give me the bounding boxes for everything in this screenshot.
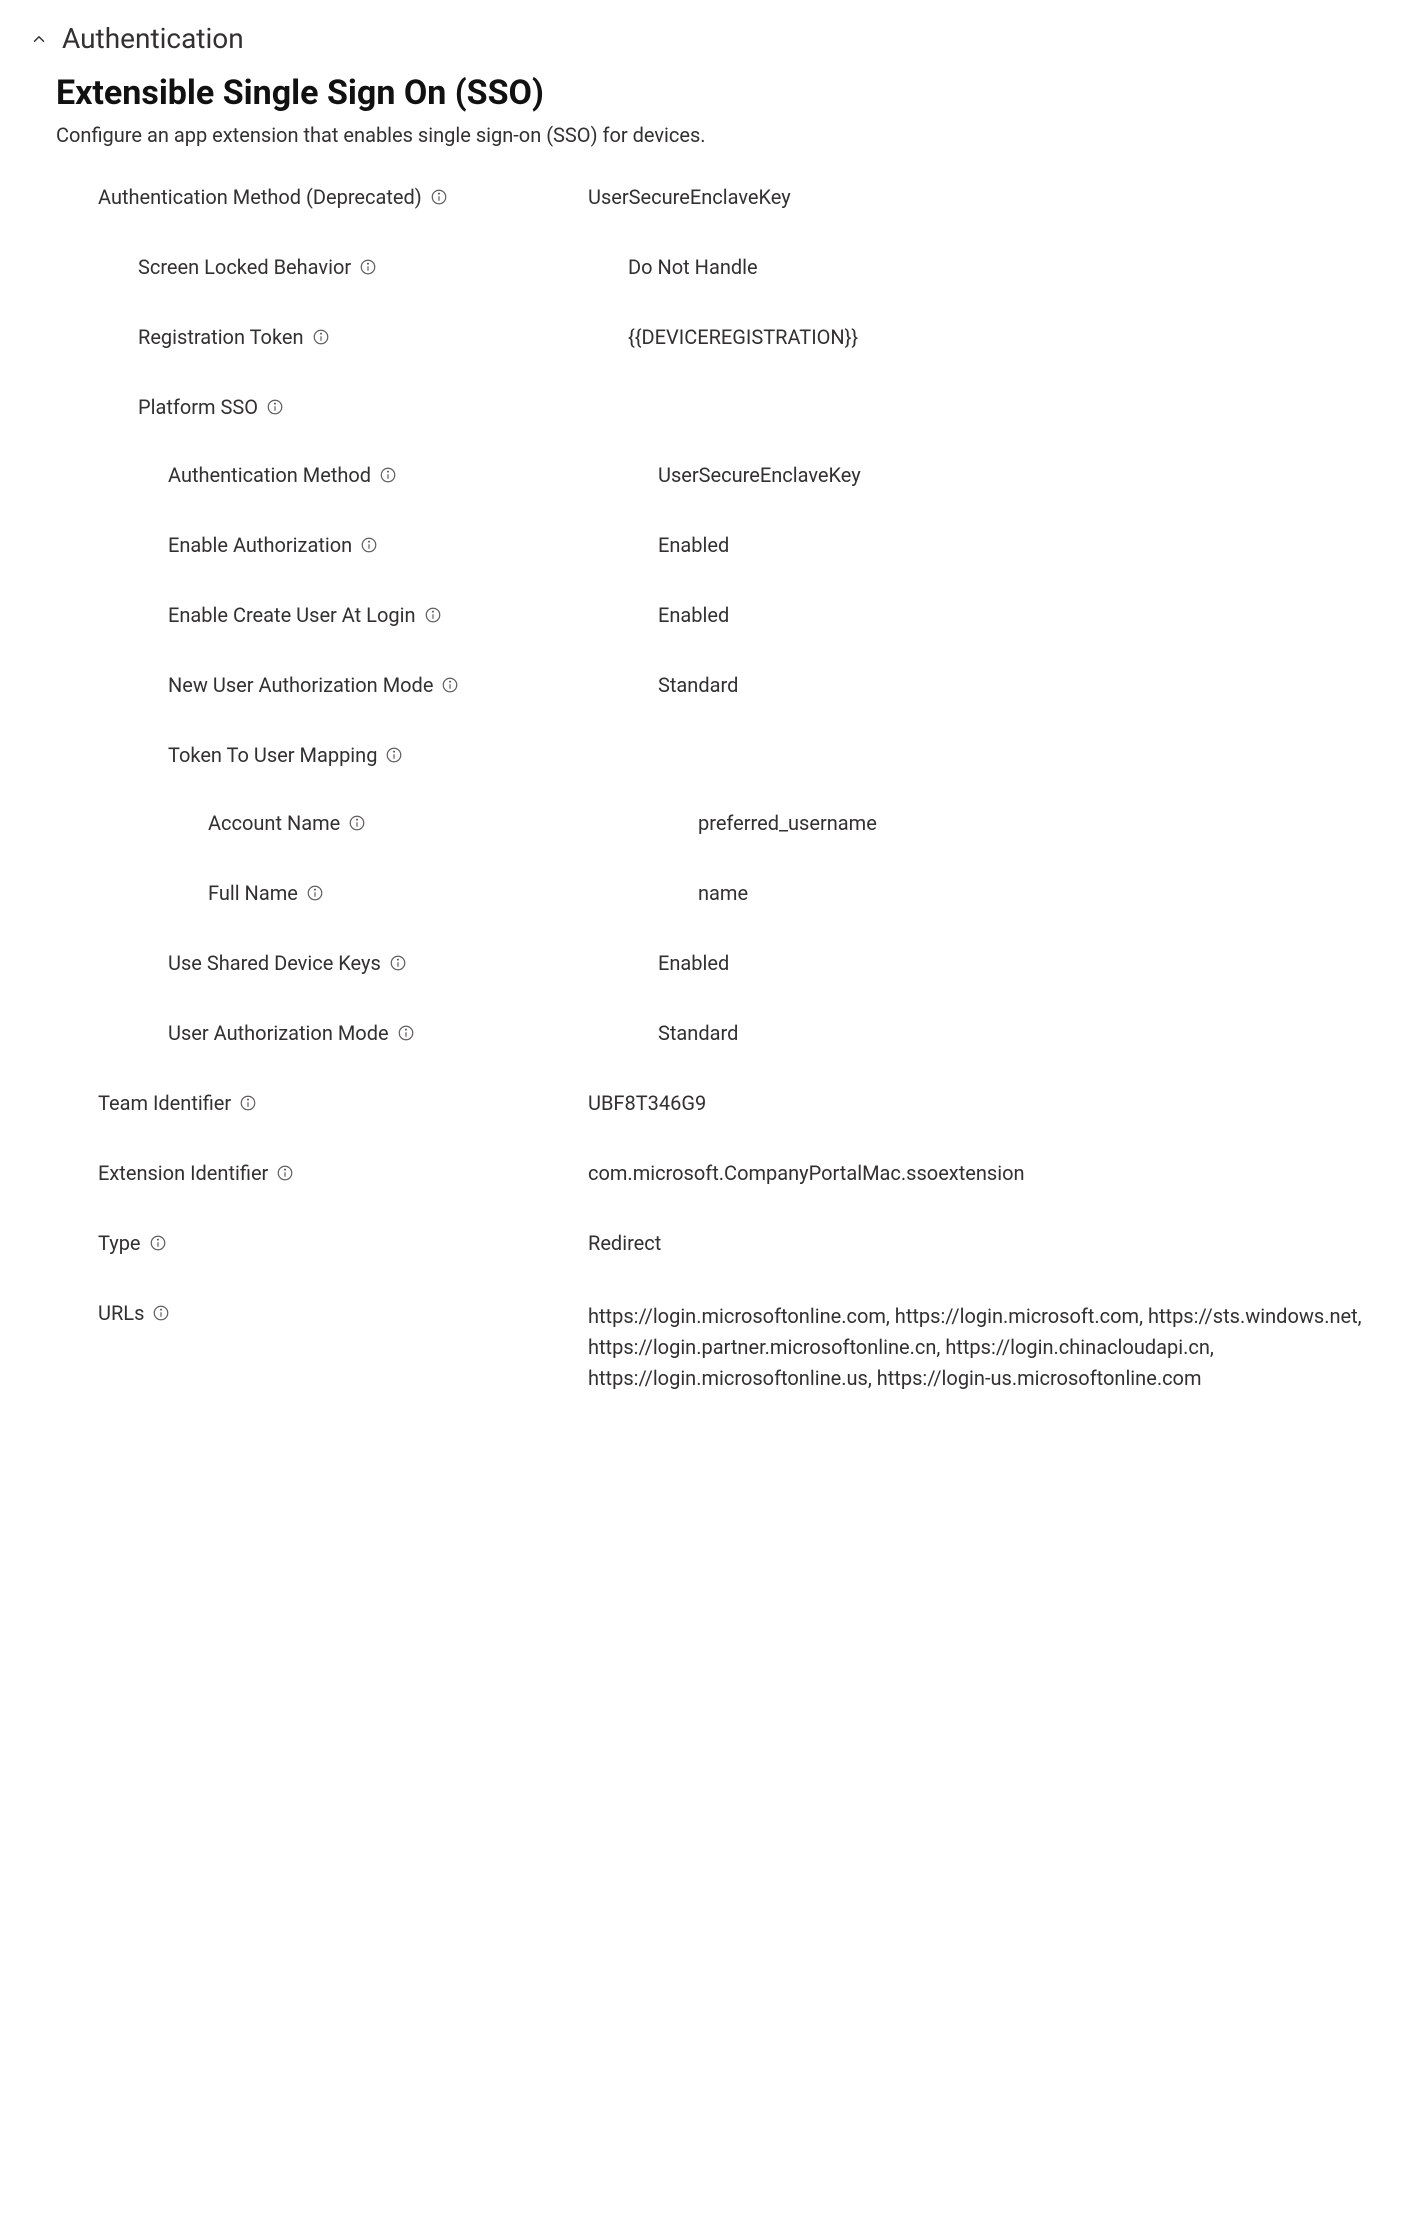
label-team-identifier: Team Identifier <box>98 1091 231 1115</box>
field-new-user-auth-mode: New User Authorization Mode Standard <box>58 673 1374 697</box>
field-auth-method: Authentication Method UserSecureEnclaveK… <box>58 463 1374 487</box>
value-full-name: name <box>698 881 1374 905</box>
label-screen-locked-behavior: Screen Locked Behavior <box>138 255 351 279</box>
label-registration-token: Registration Token <box>138 325 304 349</box>
label-type: Type <box>98 1231 141 1255</box>
info-icon[interactable] <box>149 1234 167 1252</box>
field-use-shared-device-keys: Use Shared Device Keys Enabled <box>58 951 1374 975</box>
info-icon[interactable] <box>424 606 442 624</box>
info-icon[interactable] <box>389 954 407 972</box>
field-user-authorization-mode: User Authorization Mode Standard <box>58 1021 1374 1045</box>
section-collapse-title: Authentication <box>62 22 244 55</box>
info-icon[interactable] <box>397 1024 415 1042</box>
chevron-up-icon <box>28 28 50 50</box>
value-extension-identifier: com.microsoft.CompanyPortalMac.ssoextens… <box>588 1161 1374 1185</box>
info-icon[interactable] <box>379 466 397 484</box>
field-enable-create-user: Enable Create User At Login Enabled <box>58 603 1374 627</box>
info-icon[interactable] <box>152 1304 170 1322</box>
value-urls: https://login.microsoftonline.com, https… <box>588 1301 1374 1394</box>
value-auth-method: UserSecureEnclaveKey <box>658 463 1374 487</box>
info-icon[interactable] <box>266 398 284 416</box>
label-enable-authorization: Enable Authorization <box>168 533 352 557</box>
value-registration-token: {{DEVICEREGISTRATION}} <box>628 325 1374 349</box>
label-auth-method-deprecated: Authentication Method (Deprecated) <box>98 185 422 209</box>
info-icon[interactable] <box>312 328 330 346</box>
subheader-platform-sso: Platform SSO <box>28 395 1374 419</box>
value-enable-authorization: Enabled <box>658 533 1374 557</box>
field-enable-authorization: Enable Authorization Enabled <box>58 533 1374 557</box>
subheader-token-to-user-mapping: Token To User Mapping <box>58 743 1374 767</box>
field-registration-token: Registration Token {{DEVICEREGISTRATION}… <box>28 325 1374 349</box>
section-collapse-authentication[interactable]: Authentication <box>28 22 1374 55</box>
info-icon[interactable] <box>276 1164 294 1182</box>
label-urls: URLs <box>98 1301 144 1325</box>
value-new-user-auth-mode: Standard <box>658 673 1374 697</box>
label-full-name: Full Name <box>208 881 298 905</box>
value-team-identifier: UBF8T346G9 <box>588 1091 1374 1115</box>
info-icon[interactable] <box>359 258 377 276</box>
info-icon[interactable] <box>385 746 403 764</box>
value-auth-method-deprecated: UserSecureEnclaveKey <box>588 185 1374 209</box>
info-icon[interactable] <box>239 1094 257 1112</box>
section-description: Configure an app extension that enables … <box>56 123 1374 147</box>
label-token-to-user-mapping: Token To User Mapping <box>168 743 377 767</box>
field-screen-locked-behavior: Screen Locked Behavior Do Not Handle <box>28 255 1374 279</box>
field-account-name: Account Name preferred_username <box>58 811 1374 835</box>
value-type: Redirect <box>588 1231 1374 1255</box>
value-account-name: preferred_username <box>698 811 1374 835</box>
field-full-name: Full Name name <box>58 881 1374 905</box>
field-extension-identifier: Extension Identifier com.microsoft.Compa… <box>28 1161 1374 1185</box>
label-enable-create-user: Enable Create User At Login <box>168 603 416 627</box>
label-use-shared-device-keys: Use Shared Device Keys <box>168 951 381 975</box>
label-user-authorization-mode: User Authorization Mode <box>168 1021 389 1045</box>
field-team-identifier: Team Identifier UBF8T346G9 <box>28 1091 1374 1115</box>
info-icon[interactable] <box>441 676 459 694</box>
label-account-name: Account Name <box>208 811 340 835</box>
field-type: Type Redirect <box>28 1231 1374 1255</box>
section-title: Extensible Single Sign On (SSO) <box>56 73 1374 113</box>
value-enable-create-user: Enabled <box>658 603 1374 627</box>
info-icon[interactable] <box>430 188 448 206</box>
field-auth-method-deprecated: Authentication Method (Deprecated) UserS… <box>28 185 1374 209</box>
info-icon[interactable] <box>348 814 366 832</box>
value-screen-locked-behavior: Do Not Handle <box>628 255 1374 279</box>
value-use-shared-device-keys: Enabled <box>658 951 1374 975</box>
info-icon[interactable] <box>360 536 378 554</box>
value-user-authorization-mode: Standard <box>658 1021 1374 1045</box>
label-extension-identifier: Extension Identifier <box>98 1161 268 1185</box>
label-platform-sso: Platform SSO <box>138 395 258 419</box>
info-icon[interactable] <box>306 884 324 902</box>
field-urls: URLs https://login.microsoftonline.com, … <box>28 1301 1374 1394</box>
label-auth-method: Authentication Method <box>168 463 371 487</box>
label-new-user-auth-mode: New User Authorization Mode <box>168 673 433 697</box>
